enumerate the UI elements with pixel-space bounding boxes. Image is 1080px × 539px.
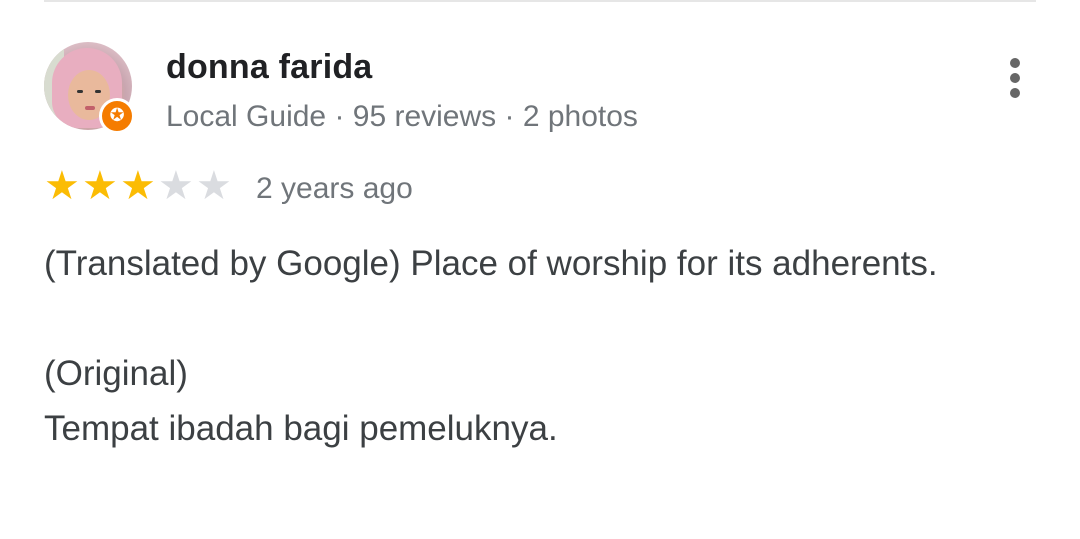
star-empty-icon: ★: [158, 163, 194, 209]
star-filled-icon: ★: [120, 163, 156, 209]
star-filled-icon: ★: [82, 163, 118, 209]
more-options-button[interactable]: [998, 56, 1034, 100]
original-label: (Original): [44, 354, 188, 393]
review-card: ✪ donna farida Local Guide · 95 reviews …: [0, 0, 1080, 539]
author-name[interactable]: donna farida: [166, 48, 372, 87]
author-meta[interactable]: Local Guide · 95 reviews · 2 photos: [166, 100, 638, 134]
translated-text: (Translated by Google) Place of worship …: [44, 244, 938, 283]
star-filled-icon: ★: [44, 163, 80, 209]
review-text: (Translated by Google) Place of worship …: [44, 236, 1024, 456]
star-empty-icon: ★: [196, 163, 232, 209]
review-time: 2 years ago: [256, 172, 413, 205]
local-guide-badge-icon: ✪: [99, 98, 135, 134]
original-text: Tempat ibadah bagi pemeluknya.: [44, 409, 558, 448]
